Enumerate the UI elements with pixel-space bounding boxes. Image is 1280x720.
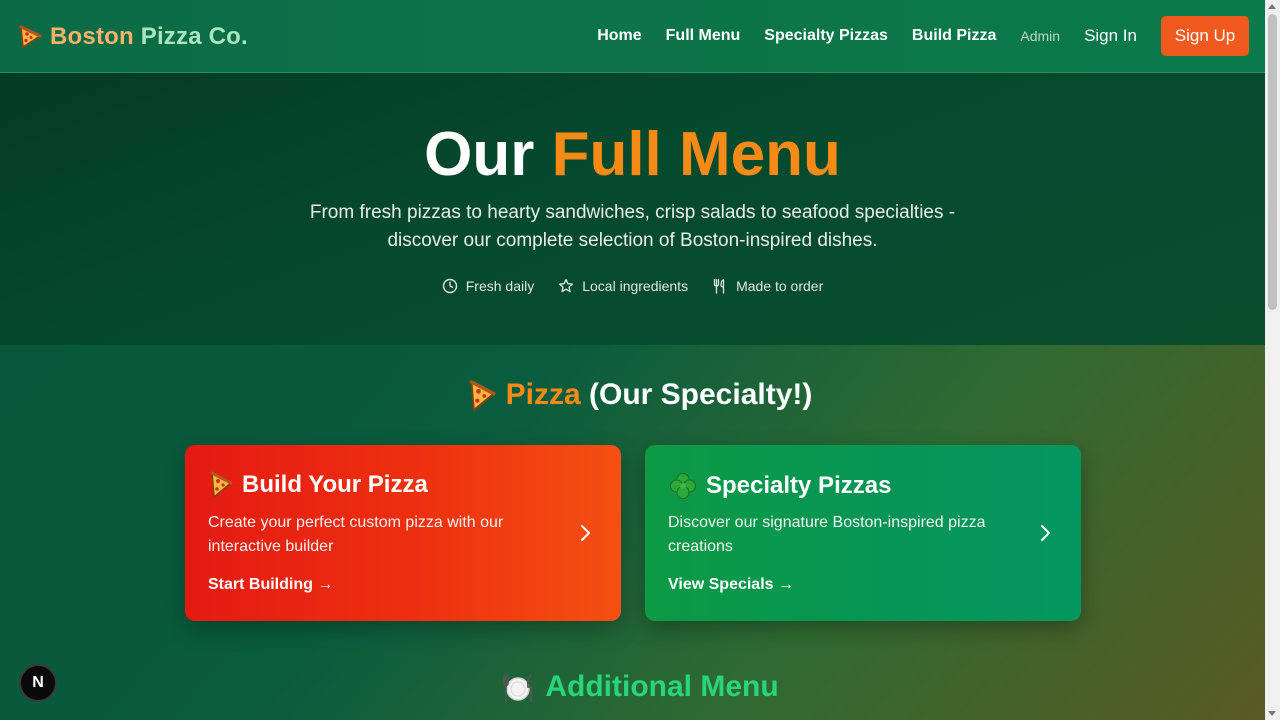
card-title-text: Specialty Pizzas — [706, 472, 892, 499]
start-building-link[interactable]: Start Building → — [208, 576, 333, 594]
nav-specialty-pizzas[interactable]: Specialty Pizzas — [764, 27, 888, 45]
card-description: Create your perfect custom pizza with ou… — [208, 514, 504, 555]
shamrock-icon — [670, 473, 696, 499]
chevron-right-icon — [1041, 525, 1050, 541]
page-scrollbar[interactable] — [1265, 0, 1280, 720]
brand-logo[interactable]: Boston Pizza Co. — [18, 22, 248, 52]
view-specials-link[interactable]: View Specials → — [668, 576, 794, 594]
clock-icon — [442, 278, 457, 294]
build-your-pizza-card[interactable]: Build Your Pizza Create your perfect cus… — [185, 445, 621, 621]
site-header: Boston Pizza Co. Home Full Menu Specialt… — [0, 0, 1265, 73]
scrollbar-thumb[interactable] — [1268, 14, 1277, 310]
pizza-title-accent: Pizza — [505, 378, 581, 411]
brand-name: Boston Pizza Co. — [50, 23, 248, 51]
hero-features: Fresh daily Local ingredients Made to or… — [0, 278, 1265, 294]
nav-full-menu[interactable]: Full Menu — [666, 27, 741, 45]
feature-fresh-daily: Fresh daily — [442, 278, 534, 294]
hero-subtitle: From fresh pizzas to hearty sandwiches, … — [309, 202, 956, 251]
star-icon — [559, 278, 574, 293]
hero-section: Our Full Menu From fresh pizzas to heart… — [0, 73, 1265, 345]
feature-local-ingredients: Local ingredients — [558, 278, 688, 294]
page-title-accent: Full Menu — [551, 120, 841, 189]
card-title: Build Your Pizza — [208, 471, 428, 499]
plate-utensils-icon — [503, 674, 533, 703]
nav-build-pizza[interactable]: Build Pizza — [912, 27, 996, 45]
card-title: Specialty Pizzas — [668, 471, 891, 501]
nav-home[interactable]: Home — [597, 27, 641, 45]
scroll-down-arrow-icon[interactable] — [1268, 711, 1276, 716]
pizza-title-rest: (Our Specialty!) — [580, 378, 813, 411]
nav-admin[interactable]: Admin — [1020, 28, 1060, 44]
sign-up-button[interactable]: Sign Up — [1161, 16, 1249, 56]
sign-in-link[interactable]: Sign In — [1084, 26, 1137, 46]
feature-made-to-order: Made to order — [712, 278, 823, 294]
pizza-slice-icon — [210, 471, 233, 498]
pizza-section-title: Pizza (Our Specialty!) — [0, 378, 1280, 413]
pizza-slice-icon — [19, 25, 42, 48]
feature-label: Local ingredients — [582, 278, 689, 294]
dev-tools-badge[interactable]: N — [19, 664, 57, 702]
scroll-up-arrow-icon[interactable] — [1268, 4, 1276, 9]
brand-word-pizza-co: Pizza Co. — [140, 23, 248, 50]
chevron-right-icon — [581, 525, 590, 541]
card-description: Discover our signature Boston-inspired p… — [668, 514, 986, 555]
specialty-pizzas-card[interactable]: Specialty Pizzas Discover our signature … — [645, 445, 1081, 621]
utensils-icon — [713, 278, 725, 294]
additional-menu-title: Additional Menu — [0, 670, 1280, 705]
main-nav: Home Full Menu Specialty Pizzas Build Pi… — [573, 16, 1249, 56]
page-title-part1: Our — [424, 120, 552, 189]
additional-menu-title-text: Additional Menu — [545, 670, 779, 703]
feature-label: Fresh daily — [465, 278, 535, 294]
brand-word-boston: Boston — [50, 23, 134, 50]
feature-label: Made to order — [736, 278, 824, 294]
page-title: Our Full Menu — [0, 123, 1265, 187]
card-title-text: Build Your Pizza — [242, 471, 428, 498]
pizza-slice-icon — [469, 380, 496, 412]
